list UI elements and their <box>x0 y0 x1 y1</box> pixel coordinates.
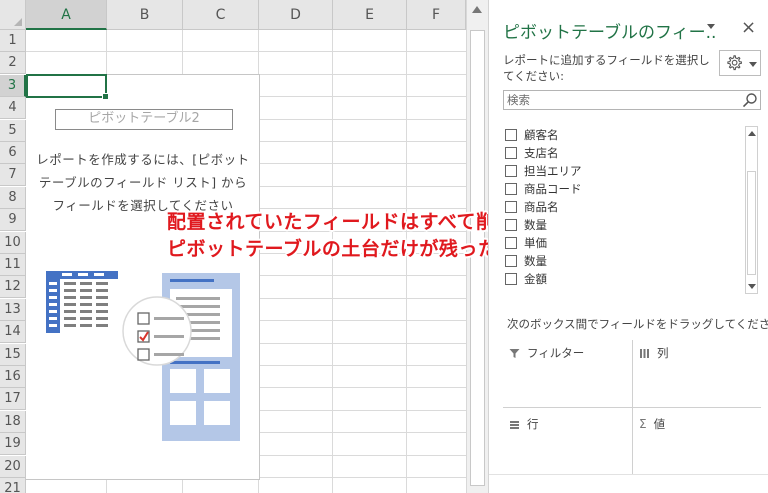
field-item[interactable]: 数量 <box>505 216 547 234</box>
row-header-1[interactable]: 1 <box>0 30 26 52</box>
row-header-6[interactable]: 6 <box>0 142 26 164</box>
annotation-caption-line: ピボットテーブルの土台だけが残った <box>167 238 488 260</box>
grid-column-line <box>332 30 333 493</box>
field-checkbox[interactable] <box>505 183 517 195</box>
scroll-thumb[interactable] <box>747 171 756 275</box>
pane-instruction: レポートに追加するフィールドを選択してください: <box>503 53 710 83</box>
rows-icon <box>510 420 519 429</box>
field-label: 商品コード <box>524 182 582 196</box>
field-item[interactable]: 支店名 <box>505 144 559 162</box>
field-checkbox[interactable] <box>505 273 517 285</box>
field-label: 金額 <box>524 272 547 286</box>
row-header-17[interactable]: 17 <box>0 388 26 411</box>
row-header-9[interactable]: 9 <box>0 209 26 232</box>
pivot-table-placeholder[interactable]: ピボットテーブル2 レポートを作成するには、[ピボット テーブルのフィールド リ… <box>26 74 260 480</box>
field-item[interactable]: 担当エリア <box>505 162 582 180</box>
row-header-2[interactable]: 2 <box>0 52 26 75</box>
row-header-21[interactable]: 21 <box>0 478 26 493</box>
field-item[interactable]: 商品名 <box>505 198 559 216</box>
select-all-corner[interactable] <box>0 0 26 30</box>
row-header-5[interactable]: 5 <box>0 119 26 142</box>
tools-button[interactable] <box>719 50 761 76</box>
row-header-3[interactable]: 3 <box>0 74 26 97</box>
row-header-4[interactable]: 4 <box>0 97 26 120</box>
field-list: 顧客名 支店名 担当エリア 商品コード 商品名 数量 単価 数量 金額 <box>503 122 761 294</box>
columns-area-label: 列 <box>657 346 669 360</box>
filter-icon <box>509 348 520 358</box>
values-area[interactable]: Σ 値 <box>639 416 665 432</box>
row-header-7[interactable]: 7 <box>0 164 26 187</box>
column-header-b[interactable]: B <box>107 0 183 30</box>
row-header-16[interactable]: 16 <box>0 366 26 388</box>
field-item[interactable]: 数量 <box>505 252 547 270</box>
pane-divider <box>489 474 768 475</box>
field-checkbox[interactable] <box>505 237 517 249</box>
field-item[interactable]: 金額 <box>505 270 547 288</box>
filter-area[interactable]: フィルター <box>509 345 584 361</box>
field-label: 顧客名 <box>524 128 559 142</box>
field-label: 商品名 <box>524 200 559 214</box>
column-header-f[interactable]: F <box>407 0 466 30</box>
drag-instruction: 次のボックス間でフィールドをドラッグしてください: <box>507 317 768 331</box>
row-header-20[interactable]: 20 <box>0 455 26 478</box>
sigma-icon: Σ <box>639 417 647 431</box>
field-item[interactable]: 顧客名 <box>505 126 559 144</box>
columns-icon <box>640 348 649 358</box>
search-input[interactable] <box>504 91 740 109</box>
pivot-instruction-line: テーブルのフィールド リスト] から <box>38 175 248 190</box>
column-header-a[interactable]: A <box>26 0 107 30</box>
field-label: 支店名 <box>524 146 559 160</box>
column-header-d[interactable]: D <box>259 0 333 30</box>
column-header-e[interactable]: E <box>333 0 407 30</box>
pane-title: ピボットテーブルのフィー.. <box>503 23 717 43</box>
values-area-label: 値 <box>653 417 666 431</box>
field-label: 数量 <box>524 218 547 232</box>
search-icon[interactable] <box>742 92 758 108</box>
chevron-down-icon <box>749 62 757 67</box>
area-divider <box>503 407 761 408</box>
pivot-field-list-pane: ピボットテーブルのフィー.. × レポートに追加するフィールドを選択してください… <box>488 0 768 493</box>
worksheet[interactable]: ABCDEF 1 2 3 4 5 6 7 8 9 10 11 12 13 14 15 16 17 18 19 20 21… <box>0 0 488 493</box>
pivot-table-name: ピボットテーブル2 <box>55 109 233 130</box>
field-checkbox[interactable] <box>505 201 517 213</box>
annotation-caption-line: 配置されていたフィールドはすべて削除され <box>167 211 488 233</box>
field-checkbox[interactable] <box>505 255 517 267</box>
field-label: 担当エリア <box>524 164 582 178</box>
column-header-c[interactable]: C <box>183 0 259 30</box>
grid-row-line <box>26 51 466 53</box>
field-item[interactable]: 商品コード <box>505 180 582 198</box>
active-cell-a3[interactable] <box>26 74 109 100</box>
row-header-11[interactable]: 11 <box>0 254 26 276</box>
pane-options-chevron-down-icon[interactable] <box>707 24 715 29</box>
row-header-8[interactable]: 8 <box>0 186 26 209</box>
grid-column-line <box>406 30 407 493</box>
field-checkbox[interactable] <box>505 147 517 159</box>
scroll-down-arrow-icon[interactable] <box>748 284 756 289</box>
row-header-15[interactable]: 15 <box>0 343 26 366</box>
filter-area-label: フィルター <box>527 346 585 360</box>
field-label: 単価 <box>524 236 547 250</box>
row-header-13[interactable]: 13 <box>0 298 26 321</box>
field-checkbox[interactable] <box>505 129 517 141</box>
scroll-up-arrow-icon[interactable] <box>748 131 756 136</box>
rows-area[interactable]: 行 <box>509 416 539 432</box>
row-header-10[interactable]: 10 <box>0 231 26 254</box>
field-search-box[interactable] <box>503 90 761 110</box>
gear-icon <box>727 55 742 71</box>
row-header-19[interactable]: 19 <box>0 433 26 456</box>
field-item[interactable]: 単価 <box>505 234 547 252</box>
rows-area-label: 行 <box>527 417 539 431</box>
columns-area[interactable]: 列 <box>639 345 669 361</box>
row-header-18[interactable]: 18 <box>0 410 26 433</box>
row-header-14[interactable]: 14 <box>0 321 26 344</box>
close-icon[interactable]: × <box>741 17 756 38</box>
field-list-scrollbar[interactable] <box>745 126 758 294</box>
scroll-up-arrow-icon[interactable] <box>472 6 482 13</box>
pivot-illustration-icon <box>46 271 240 441</box>
field-label: 数量 <box>524 254 547 268</box>
row-header-12[interactable]: 12 <box>0 276 26 299</box>
field-checkbox[interactable] <box>505 165 517 177</box>
field-checkbox[interactable] <box>505 219 517 231</box>
pivot-instruction-line: レポートを作成するには、[ピボット <box>36 152 250 167</box>
